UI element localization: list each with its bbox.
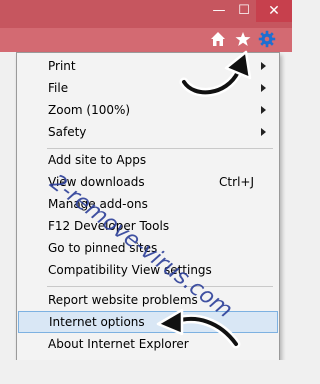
window-bottom bbox=[0, 360, 292, 384]
close-icon: ✕ bbox=[268, 3, 280, 19]
menu-item-label: Internet options bbox=[49, 315, 145, 329]
submenu-arrow-icon bbox=[261, 106, 266, 114]
menu-item-shortcut: Ctrl+J bbox=[219, 175, 254, 189]
menu-item-label: File bbox=[48, 81, 69, 95]
close-button[interactable]: ✕ bbox=[256, 0, 292, 22]
submenu-arrow-icon bbox=[261, 128, 266, 136]
annotation-arrow-gear bbox=[179, 50, 252, 97]
menu-item-label: Zoom (100%) bbox=[48, 103, 131, 117]
window-titlebar: — ☐ ✕ bbox=[0, 0, 292, 28]
menu-separator bbox=[47, 286, 273, 287]
menu-item-f12-developer-tools[interactable]: F12 Developer Tools bbox=[18, 215, 276, 237]
menu-item-safety[interactable]: Safety bbox=[18, 121, 276, 143]
maximize-button[interactable]: ☐ bbox=[232, 0, 256, 22]
minimize-button[interactable]: — bbox=[206, 0, 232, 22]
menu-item-label: Safety bbox=[48, 125, 87, 139]
menu-item-label: Print bbox=[48, 59, 76, 73]
menu-item-add-site-to-apps[interactable]: Add site to Apps bbox=[18, 149, 276, 171]
menu-item-label: Add site to Apps bbox=[48, 153, 147, 167]
